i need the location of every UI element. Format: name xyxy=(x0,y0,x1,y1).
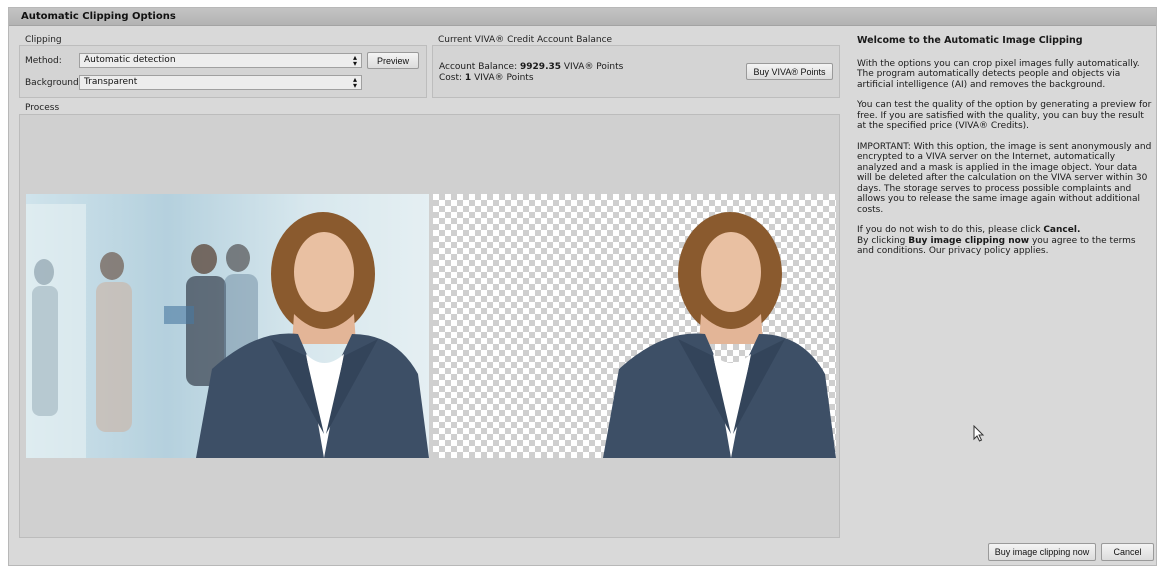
balance-group: Account Balance: 9929.35 VIVA® Points Co… xyxy=(432,45,840,98)
welcome-panel: Welcome to the Automatic Image Clipping … xyxy=(857,35,1153,267)
clipping-group: Method: Automatic detection ▴ ▾ Preview B… xyxy=(19,45,427,98)
mouse-pointer-icon xyxy=(973,425,985,442)
buy-image-clipping-button[interactable]: Buy image clipping now xyxy=(988,543,1096,561)
clipping-group-label: Clipping xyxy=(25,35,62,45)
original-photo-drawing xyxy=(26,194,429,458)
background-select-value: Transparent xyxy=(84,77,138,87)
method-select[interactable]: Automatic detection ▴ ▾ xyxy=(79,53,362,68)
clipped-preview-image xyxy=(433,194,836,458)
cancel-button[interactable]: Cancel xyxy=(1101,543,1154,561)
account-balance-line: Account Balance: 9929.35 VIVA® Points xyxy=(439,62,624,72)
dialog-window: Automatic Clipping Options Clipping Meth… xyxy=(8,7,1157,566)
welcome-paragraph-1: With the options you can crop pixel imag… xyxy=(857,58,1140,90)
background-select[interactable]: Transparent ▴ ▾ xyxy=(79,75,362,90)
welcome-paragraph-4: If you do not wish to do this, please cl… xyxy=(857,225,1136,256)
balance-group-label: Current VIVA® Credit Account Balance xyxy=(438,35,613,45)
welcome-paragraph-3: IMPORTANT: With this option, the image i… xyxy=(857,141,1152,215)
background-label: Background: xyxy=(25,78,82,88)
process-label: Process xyxy=(25,103,60,113)
original-image xyxy=(26,194,429,458)
account-balance-value: 9929.35 xyxy=(520,62,562,72)
cost-line: Cost: 1 VIVA® Points xyxy=(439,73,534,83)
welcome-paragraph-2: You can test the quality of the option b… xyxy=(857,100,1152,131)
cost-value: 1 xyxy=(464,73,472,83)
title-bar[interactable]: Automatic Clipping Options xyxy=(9,8,1156,26)
clipped-photo-drawing xyxy=(603,212,836,458)
preview-button[interactable]: Preview xyxy=(367,52,419,69)
up-down-arrows-icon: ▴ ▾ xyxy=(352,53,357,68)
method-select-value: Automatic detection xyxy=(84,55,176,65)
buy-points-button[interactable]: Buy VIVA® Points xyxy=(746,63,833,80)
method-label: Method: xyxy=(25,56,62,66)
up-down-arrows-icon: ▴ ▾ xyxy=(352,75,357,90)
welcome-heading: Welcome to the Automatic Image Clipping xyxy=(857,35,1083,46)
window-title: Automatic Clipping Options xyxy=(21,11,176,22)
